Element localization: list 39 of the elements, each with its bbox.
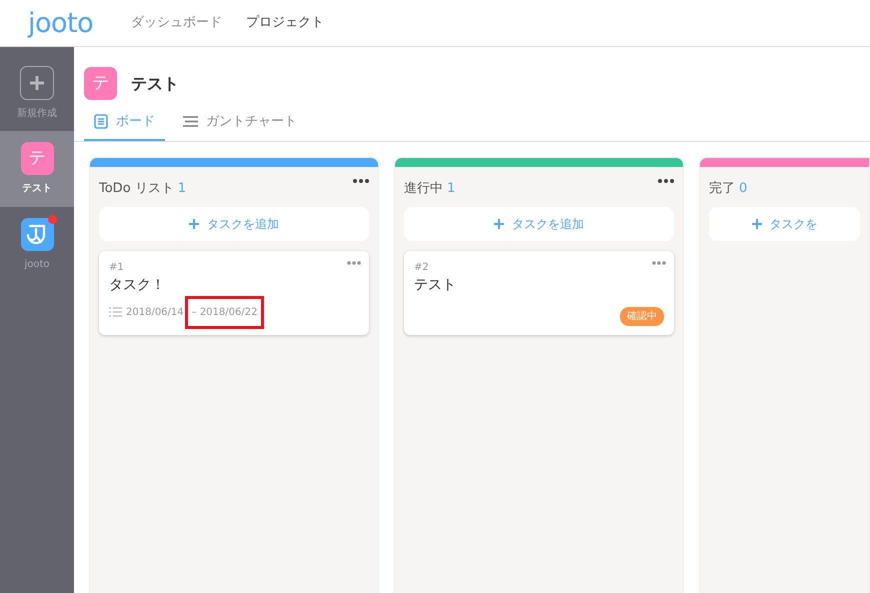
sidebar-item[interactable]: 新規作成: [0, 55, 74, 131]
task-count: 0: [739, 180, 748, 198]
project-icon: テ: [20, 142, 54, 175]
plus-icon: [189, 218, 199, 228]
tab[interactable]: ガントチャート: [173, 108, 307, 140]
task-count: 1: [178, 180, 186, 198]
plus-icon: [494, 218, 504, 228]
column-title: ToDo リスト: [99, 180, 174, 198]
app-logo-icon: [26, 222, 48, 246]
project-title: テスト: [131, 72, 179, 94]
task-date-start: 2018/06/14: [126, 306, 184, 320]
plus-icon: [752, 218, 762, 228]
lines-icon: [183, 115, 198, 128]
document-icon: [94, 114, 108, 130]
tab[interactable]: ボード: [84, 108, 165, 140]
add-task-button[interactable]: タスクを追加: [99, 206, 369, 240]
task-card[interactable]: #1 タスク！ 2018/06/14 – 2018/06/22: [99, 250, 369, 334]
sidebar-item[interactable]: jooto: [0, 207, 74, 283]
logo[interactable]: jooto: [28, 10, 94, 36]
nav-link[interactable]: ダッシュボード: [131, 13, 222, 33]
column-title: 完了: [709, 180, 735, 198]
more-icon[interactable]: [658, 178, 674, 182]
task-count: 1: [447, 180, 456, 198]
task-date-end: – 2018/06/22: [188, 298, 262, 326]
task-number: #1: [109, 260, 124, 274]
more-icon[interactable]: [353, 178, 369, 182]
task-number: #2: [414, 260, 429, 274]
plus-icon: [29, 74, 45, 90]
task-title: タスク！: [109, 276, 165, 294]
add-task-button[interactable]: タスクを追加: [404, 206, 674, 240]
task-card[interactable]: #2 テスト 確認中: [404, 250, 674, 334]
task-title: テスト: [414, 276, 456, 294]
list-icon: [109, 307, 122, 317]
status-tag: 確認中: [620, 306, 664, 326]
add-task-button[interactable]: タスクを: [709, 206, 860, 240]
sidebar-item[interactable]: テ テスト: [0, 131, 74, 207]
column-title: 進行中: [404, 180, 443, 198]
project-icon: テ: [84, 67, 117, 100]
nav-link[interactable]: プロジェクト: [246, 13, 324, 33]
